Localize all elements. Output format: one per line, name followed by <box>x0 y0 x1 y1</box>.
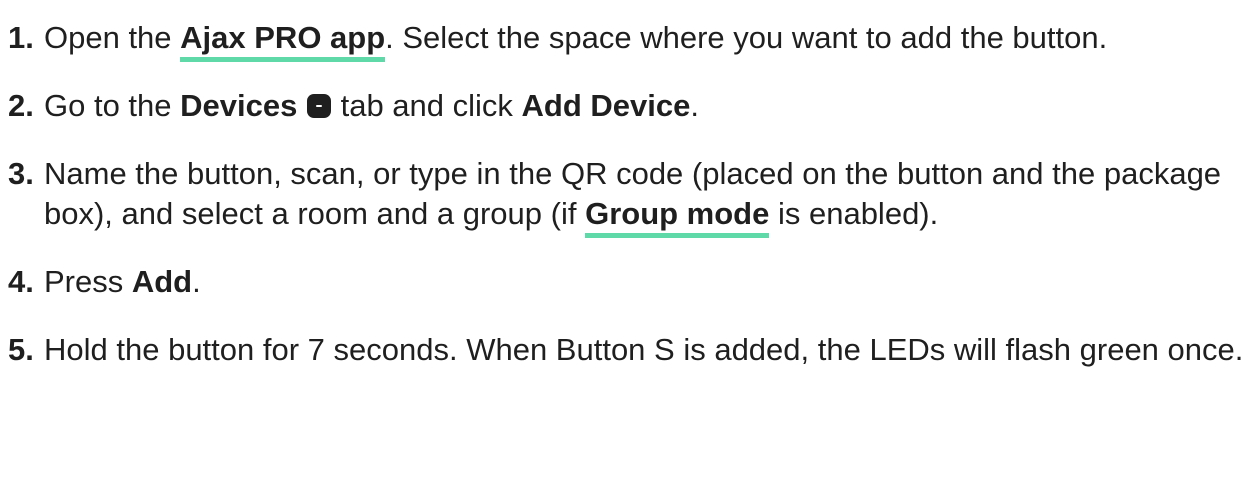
step-1: 1. Open the Ajax PRO app. Select the spa… <box>0 18 1257 62</box>
step-4: 4. Press Add. <box>0 262 1257 302</box>
group-mode-link[interactable]: Group mode <box>585 196 770 238</box>
step-number: 2. <box>8 88 34 123</box>
step-text: . <box>690 88 699 123</box>
step-number: 4. <box>8 264 34 299</box>
step-text: Press <box>44 264 132 299</box>
step-5: 5. Hold the button for 7 seconds. When B… <box>0 330 1257 370</box>
devices-label: Devices <box>180 88 298 123</box>
step-text: Hold the button for 7 seconds. When Butt… <box>44 332 1244 367</box>
step-2: 2. Go to the Devices tab and click Add D… <box>0 86 1257 126</box>
step-text: Open the <box>44 20 181 55</box>
devices-tab-icon <box>306 94 331 118</box>
step-text: . Select the space where you want to add… <box>385 20 1108 55</box>
instruction-steps: 1. Open the Ajax PRO app. Select the spa… <box>0 0 1257 370</box>
step-text: Go to the <box>44 88 181 123</box>
step-text: . <box>192 264 201 299</box>
add-label: Add <box>131 264 193 299</box>
add-device-label: Add Device <box>521 88 691 123</box>
step-text: is enabled). <box>769 196 939 231</box>
step-number: 3. <box>8 156 34 191</box>
step-3: 3. Name the button, scan, or type in the… <box>0 154 1257 238</box>
ajax-pro-app-link[interactable]: Ajax PRO app <box>180 20 386 62</box>
step-number: 5. <box>8 332 34 367</box>
step-number: 1. <box>8 20 34 55</box>
step-text: tab and click <box>331 88 522 123</box>
